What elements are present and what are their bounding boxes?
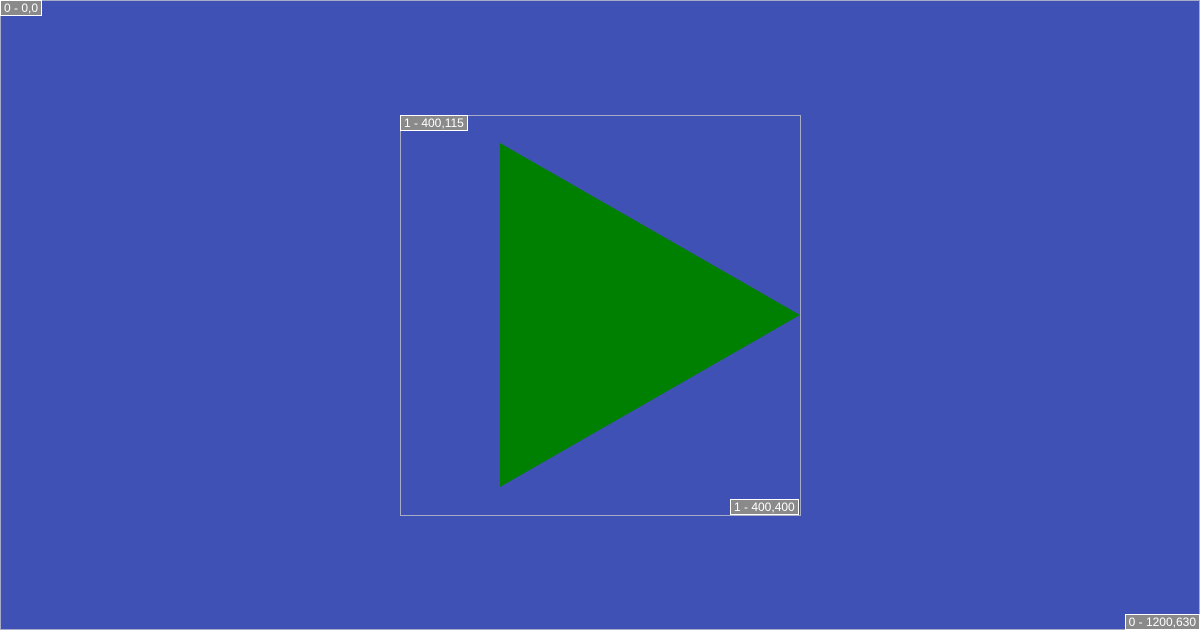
outer-start-label: 0 - 0,0: [0, 0, 43, 16]
inner-frame: [400, 115, 801, 516]
canvas: 0 - 0,0 1 - 400,115 1 - 400,400 0 - 1200…: [0, 0, 1200, 630]
inner-end-label: 1 - 400,400: [730, 499, 799, 515]
outer-end-label: 0 - 1200,630: [1124, 614, 1200, 630]
inner-start-label: 1 - 400,115: [400, 115, 468, 131]
